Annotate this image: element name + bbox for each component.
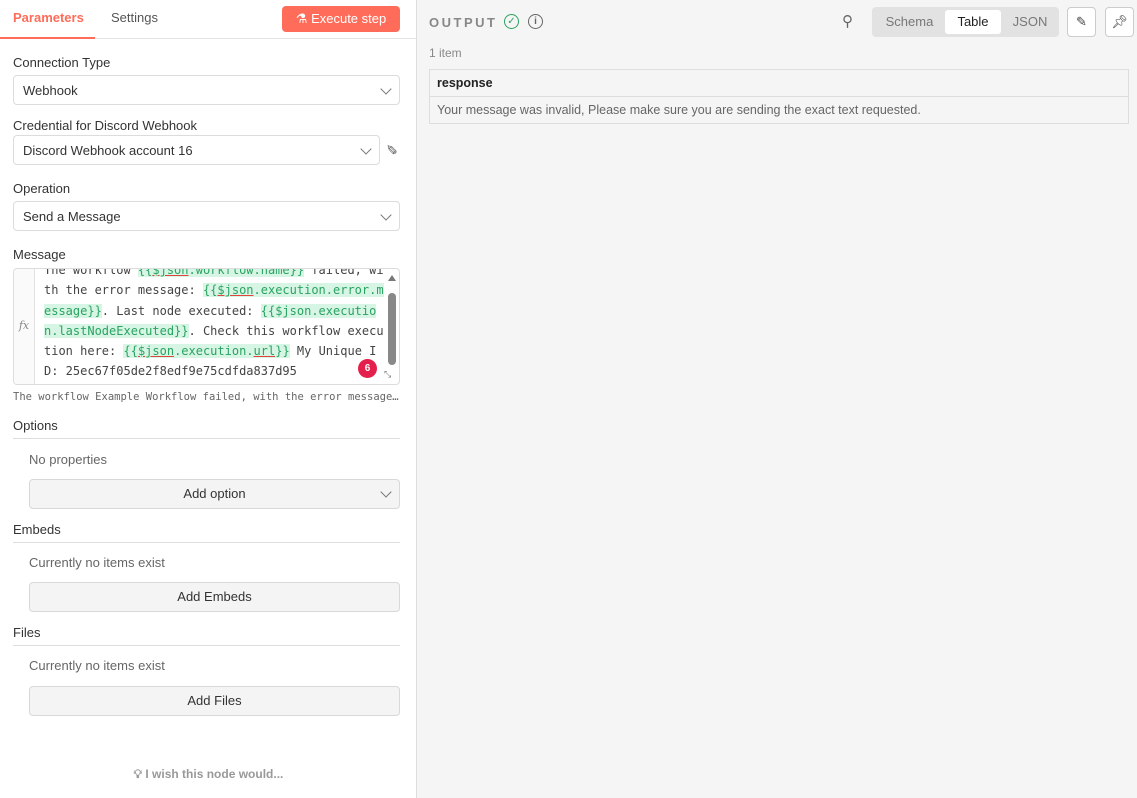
execute-step-label: Execute step bbox=[311, 11, 387, 26]
embeds-empty-text: Currently no items exist bbox=[29, 555, 165, 570]
column-header-response: response bbox=[430, 70, 1128, 97]
embeds-heading: Embeds bbox=[13, 522, 400, 543]
edit-credential-pencil-icon[interactable]: ✎ bbox=[382, 144, 399, 156]
expression-token: }} bbox=[275, 344, 290, 359]
message-expression-editor[interactable]: fx The workflow {{$json.workflow.name}} … bbox=[13, 268, 400, 385]
files-heading: Files bbox=[13, 625, 400, 646]
search-icon[interactable]: ⚲ bbox=[842, 12, 853, 30]
output-table: response Your message was invalid, Pleas… bbox=[429, 69, 1129, 124]
fx-icon: fx bbox=[14, 269, 35, 384]
expression-token: .workflow.name}} bbox=[188, 269, 305, 277]
add-files-button[interactable]: Add Files bbox=[29, 686, 400, 716]
expression-token: $json bbox=[137, 344, 175, 359]
editor-scrollbar[interactable] bbox=[388, 275, 396, 365]
text-token: My Unique I bbox=[289, 344, 377, 359]
info-icon[interactable]: i bbox=[528, 14, 543, 29]
output-title: OUTPUT bbox=[429, 15, 498, 30]
tab-settings[interactable]: Settings bbox=[111, 10, 158, 25]
view-switcher: Schema Table JSON bbox=[872, 7, 1059, 37]
expression-token: $json bbox=[152, 269, 189, 277]
edit-output-pencil-icon[interactable]: ✎ bbox=[1067, 7, 1096, 37]
issue-count-badge[interactable]: 6 bbox=[358, 359, 377, 378]
table-cell-response: Your message was invalid, Please make su… bbox=[437, 103, 921, 117]
view-schema[interactable]: Schema bbox=[876, 10, 943, 34]
scrollbar-thumb[interactable] bbox=[388, 293, 396, 365]
expression-token: {{$json.executio bbox=[260, 303, 377, 318]
add-option-label: Add option bbox=[183, 486, 246, 501]
operation-label: Operation bbox=[13, 181, 71, 196]
text-token: D: 25ec67f05de2f8edf9e75cdfda837d95 bbox=[44, 364, 297, 379]
expression-token: url bbox=[253, 344, 276, 359]
credential-label: Credential for Discord Webhook bbox=[13, 118, 198, 133]
feedback-label: I wish this node would... bbox=[145, 767, 284, 781]
code-line: D: 25ec67f05de2f8edf9e75cdfda837d95 bbox=[44, 361, 384, 381]
text-token: th the error message: bbox=[44, 283, 203, 298]
flask-icon: ⚗ bbox=[295, 11, 312, 26]
code-line: The workflow {{$json.workflow.name}} fai… bbox=[44, 268, 384, 280]
text-token: The workflow bbox=[44, 268, 138, 277]
item-count: 1 item bbox=[429, 46, 462, 60]
expression-token: $json bbox=[217, 283, 254, 298]
feedback-link[interactable]: 💡︎ I wish this node would... bbox=[0, 767, 417, 782]
message-label: Message bbox=[13, 247, 66, 262]
credential-select[interactable]: Discord Webhook account 16 bbox=[13, 135, 380, 165]
lightbulb-icon: 💡︎ bbox=[133, 767, 146, 781]
chevron-down-icon bbox=[380, 486, 392, 498]
add-option-button[interactable]: Add option bbox=[29, 479, 400, 509]
expression-token: {{ bbox=[123, 344, 138, 359]
chevron-down-icon bbox=[380, 209, 392, 221]
operation-select[interactable]: Send a Message bbox=[13, 201, 400, 231]
execute-step-button[interactable]: ⚗ Execute step bbox=[282, 6, 400, 32]
code-line: essage}}. Last node executed: {{$json.ex… bbox=[44, 301, 384, 321]
expression-token: .execution.error.m bbox=[253, 283, 384, 298]
expression-token: {{ bbox=[137, 269, 153, 277]
text-token: failed, wi bbox=[304, 268, 384, 277]
message-code: The workflow {{$json.workflow.name}} fai… bbox=[44, 268, 384, 382]
connection-type-select[interactable]: Webhook bbox=[13, 75, 400, 105]
operation-value: Send a Message bbox=[23, 209, 121, 224]
chevron-down-icon bbox=[380, 83, 392, 95]
view-json[interactable]: JSON bbox=[1002, 10, 1058, 34]
panel-tabs: Parameters Settings ⚗ Execute step bbox=[0, 0, 416, 39]
code-line: n.lastNodeExecuted}}. Check this workflo… bbox=[44, 321, 384, 341]
credential-value: Discord Webhook account 16 bbox=[23, 143, 193, 158]
pin-data-icon[interactable]: 📌︎ bbox=[1105, 7, 1134, 37]
expression-token: n.lastNodeExecuted}} bbox=[44, 323, 189, 338]
text-token: tion here: bbox=[44, 344, 124, 359]
message-preview: The workflow Example Workflow failed, wi… bbox=[13, 391, 400, 403]
options-heading: Options bbox=[13, 418, 400, 439]
tab-parameters[interactable]: Parameters bbox=[13, 10, 84, 25]
code-line: tion here: {{$json.execution.url}} My Un… bbox=[44, 341, 384, 361]
expand-editor-icon[interactable]: ⤡ bbox=[384, 369, 391, 380]
success-check-icon: ✓ bbox=[504, 14, 519, 29]
options-empty-text: No properties bbox=[29, 452, 108, 467]
text-token: . Last node executed: bbox=[101, 303, 261, 318]
text-token: . Check this workflow execu bbox=[188, 323, 384, 338]
scroll-up-arrow-icon[interactable] bbox=[388, 275, 396, 281]
expression-token: {{ bbox=[202, 283, 218, 298]
connection-type-label: Connection Type bbox=[13, 55, 111, 70]
chevron-down-icon bbox=[360, 143, 372, 155]
files-empty-text: Currently no items exist bbox=[29, 658, 165, 673]
code-line: th the error message: {{$json.execution.… bbox=[44, 280, 384, 300]
add-embeds-button[interactable]: Add Embeds bbox=[29, 582, 400, 612]
active-tab-indicator bbox=[0, 37, 95, 39]
parameters-panel: Parameters Settings ⚗ Execute step Conne… bbox=[0, 0, 417, 798]
view-table[interactable]: Table bbox=[945, 10, 1001, 34]
expression-token: essage}} bbox=[44, 303, 102, 318]
expression-token: .execution. bbox=[174, 344, 254, 359]
connection-type-value: Webhook bbox=[23, 83, 78, 98]
